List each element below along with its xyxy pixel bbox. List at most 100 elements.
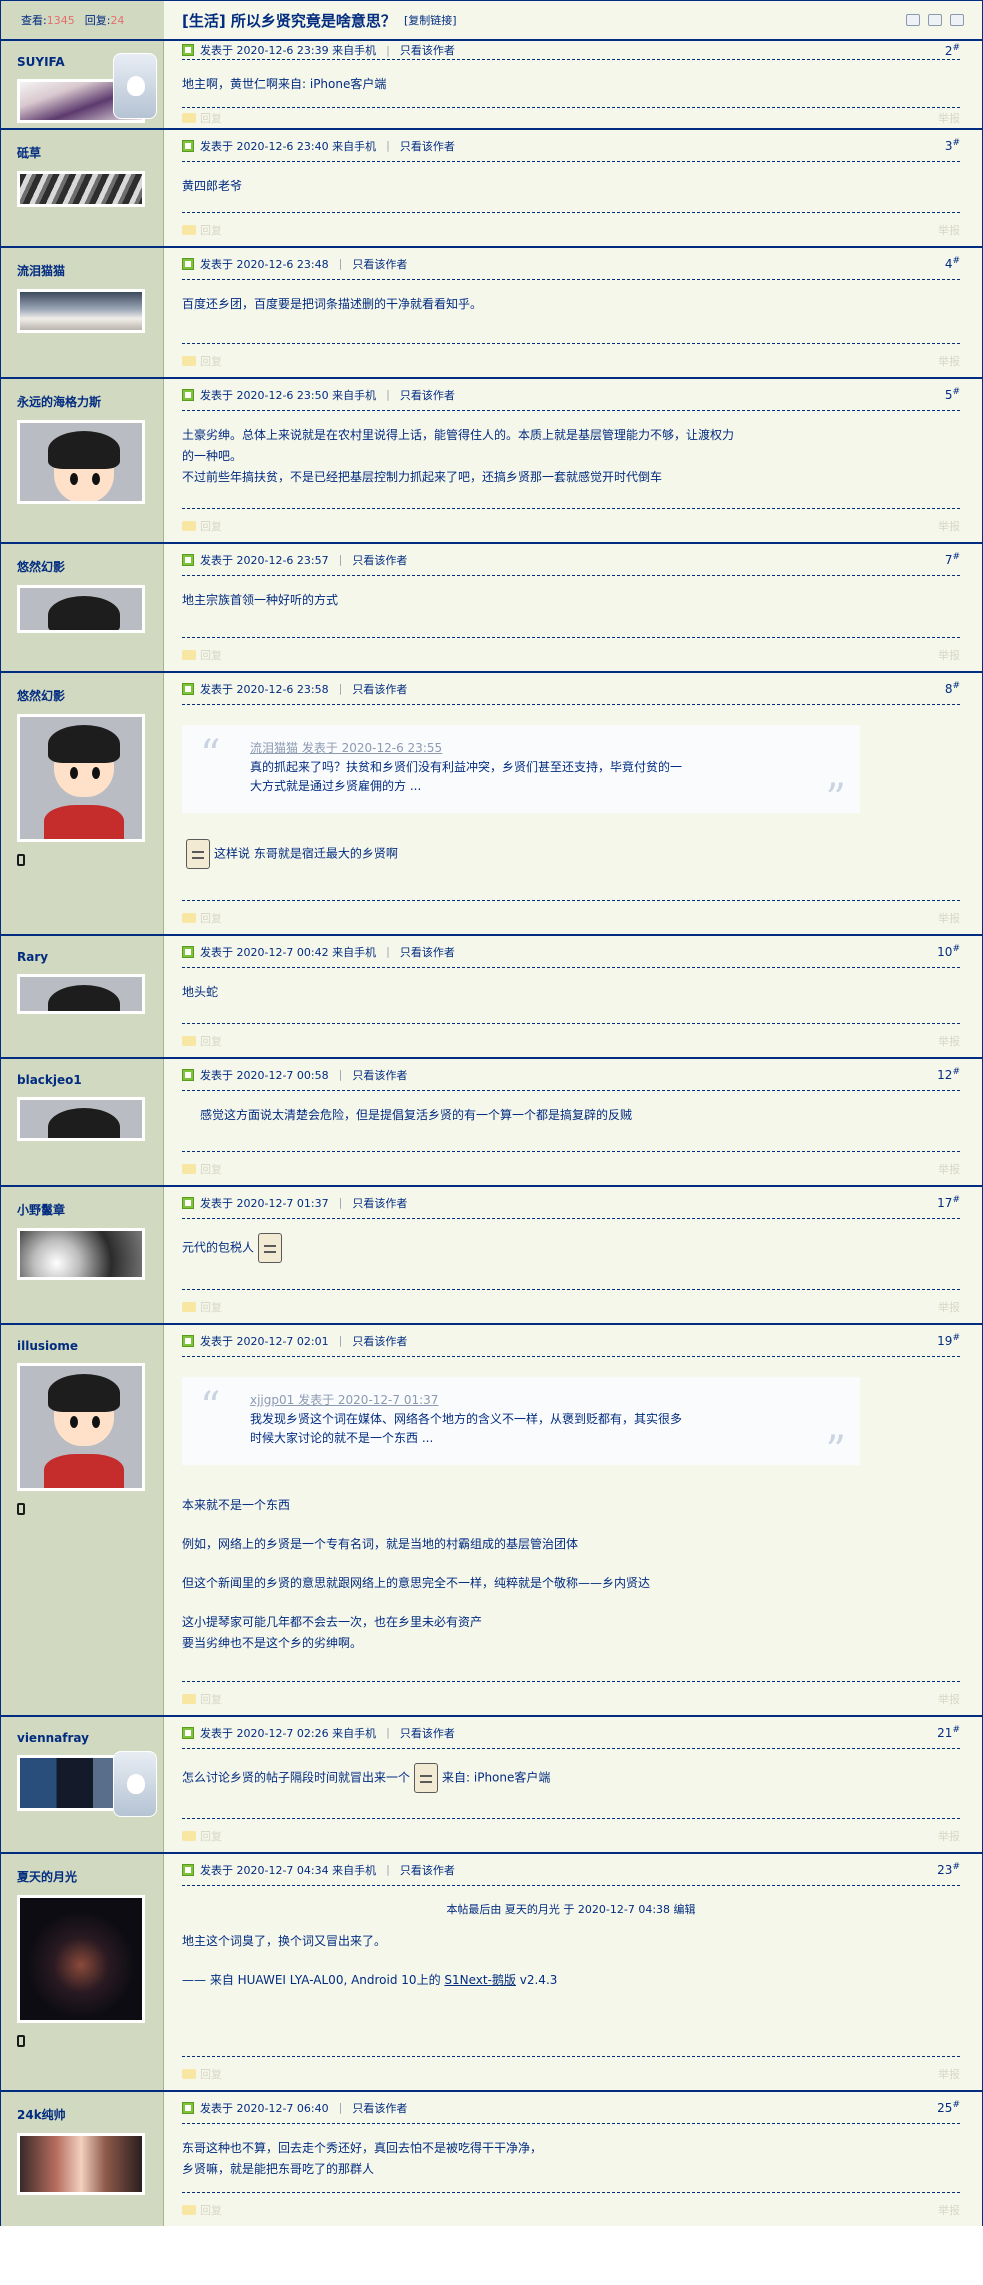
only-author-link[interactable]: 只看该作者 <box>352 256 407 272</box>
avatar[interactable] <box>17 2133 145 2195</box>
report-button[interactable]: 举报 <box>938 110 960 126</box>
post-meta: 发表于 2020-12-7 00:58 | 只看该作者 12# <box>182 1059 960 1091</box>
floor-number[interactable]: 4# <box>945 256 960 271</box>
thread-title[interactable]: [生活] 所以乡贤究竟是啥意思？ <box>182 10 396 31</box>
author-name[interactable]: 悠然幻影 <box>17 558 163 575</box>
floor-number[interactable]: 19# <box>937 1333 960 1348</box>
reply-button[interactable]: 回复 <box>182 2066 222 2082</box>
only-author-link[interactable]: 只看该作者 <box>400 944 455 960</box>
avatar[interactable] <box>17 585 145 633</box>
reply-button[interactable]: 回复 <box>182 110 222 126</box>
author-name[interactable]: 永远的海格力斯 <box>17 393 163 410</box>
only-author-link[interactable]: 只看该作者 <box>352 552 407 568</box>
reply-button[interactable]: 回复 <box>182 353 222 369</box>
floor-number[interactable]: 5# <box>945 387 960 402</box>
floor-number[interactable]: 8# <box>945 681 960 696</box>
author-name[interactable]: viennafray <box>17 1731 163 1745</box>
author-name[interactable]: 流泪猫猫 <box>17 262 163 279</box>
author-name[interactable]: illusiome <box>17 1339 163 1353</box>
post-text: 例如，网络上的乡贤是一个专有名词，就是当地的村霸组成的基层管治团体 <box>182 1536 579 1551</box>
reply-button[interactable]: 回复 <box>182 1033 222 1049</box>
post-content: 本帖最后由 夏天的月光 于 2020-12-7 04:38 编辑 地主这个词臭了… <box>182 1886 960 2056</box>
reply-button[interactable]: 回复 <box>182 1828 222 1844</box>
report-button[interactable]: 举报 <box>938 222 960 238</box>
floor-number[interactable]: 12# <box>937 1067 960 1082</box>
post: 悠然幻影 发表于 2020-12-6 23:58 | 只看该作者 8# “ 流泪… <box>1 673 982 936</box>
online-status-icon <box>182 388 194 401</box>
report-button[interactable]: 举报 <box>938 910 960 926</box>
next-thread-icon[interactable] <box>950 14 964 26</box>
report-button[interactable]: 举报 <box>938 1828 960 1844</box>
quote-source[interactable]: 流泪猫猫 发表于 2020-12-6 23:55 <box>250 739 800 758</box>
reply-button[interactable]: 回复 <box>182 2202 222 2218</box>
reply-button[interactable]: 回复 <box>182 1161 222 1177</box>
post-text: 东哥这种也不算，回去走个秀还好，真回去怕不是被吃得干干净净， 乡贤嘛，就是能把东… <box>182 2141 543 2176</box>
reply-button[interactable]: 回复 <box>182 910 222 926</box>
reply-button[interactable]: 回复 <box>182 1299 222 1315</box>
post-footer: 回复 举报 <box>182 900 960 934</box>
report-button[interactable]: 举报 <box>938 1299 960 1315</box>
only-author-link[interactable]: 只看该作者 <box>400 42 455 58</box>
floor-number[interactable]: 10# <box>937 944 960 959</box>
avatar[interactable] <box>17 420 145 504</box>
floor-number[interactable]: 17# <box>937 1195 960 1210</box>
report-button[interactable]: 举报 <box>938 518 960 534</box>
only-author-link[interactable]: 只看该作者 <box>400 138 455 154</box>
post-content: “ 流泪猫猫 发表于 2020-12-6 23:55 真的抓起来了吗？扶贫和乡贤… <box>182 705 960 900</box>
report-button[interactable]: 举报 <box>938 1033 960 1049</box>
author-name[interactable]: blackjeo1 <box>17 1073 163 1087</box>
floor-number[interactable]: 23# <box>937 1862 960 1877</box>
only-author-link[interactable]: 只看该作者 <box>352 1067 407 1083</box>
quote-source[interactable]: xjjgp01 发表于 2020-12-7 01:37 <box>250 1391 800 1410</box>
avatar[interactable] <box>17 171 145 207</box>
report-button[interactable]: 举报 <box>938 1161 960 1177</box>
copy-link-button[interactable]: [复制链接] <box>404 12 457 28</box>
only-author-link[interactable]: 只看该作者 <box>352 1195 407 1211</box>
floor-number[interactable]: 25# <box>937 2100 960 2115</box>
author-name[interactable]: Rary <box>17 950 163 964</box>
online-status-icon <box>182 2101 194 2114</box>
floor-number[interactable]: 7# <box>945 552 960 567</box>
mobile-device-icon <box>17 2035 25 2047</box>
reply-button[interactable]: 回复 <box>182 222 222 238</box>
avatar[interactable] <box>17 714 145 842</box>
report-button[interactable]: 举报 <box>938 1691 960 1707</box>
client-link[interactable]: S1Next-鹅版 <box>444 1973 516 1987</box>
print-icon[interactable] <box>906 14 920 26</box>
only-author-link[interactable]: 只看该作者 <box>400 1725 455 1741</box>
author-name[interactable]: 悠然幻影 <box>17 687 163 704</box>
only-author-link[interactable]: 只看该作者 <box>352 2100 407 2116</box>
post-meta: 发表于 2020-12-6 23:40 来自手机 | 只看该作者 3# <box>182 130 960 162</box>
reply-button[interactable]: 回复 <box>182 518 222 534</box>
report-button[interactable]: 举报 <box>938 2066 960 2082</box>
post-footer: 回复 举报 <box>182 2056 960 2090</box>
post-time: 发表于 2020-12-7 06:40 <box>200 2101 329 2115</box>
reply-label: 回复 <box>200 1162 222 1176</box>
only-author-link[interactable]: 只看该作者 <box>352 681 407 697</box>
author-name[interactable]: 夏天的月光 <box>17 1868 163 1885</box>
avatar[interactable] <box>17 1895 145 2023</box>
edit-note: 本帖最后由 夏天的月光 于 2020-12-7 04:38 编辑 <box>446 1903 696 1916</box>
reply-button[interactable]: 回复 <box>182 1691 222 1707</box>
author-name[interactable]: 小野鬣章 <box>17 1201 163 1218</box>
report-button[interactable]: 举报 <box>938 2202 960 2218</box>
author-name[interactable]: 砥草 <box>17 144 163 161</box>
floor-number[interactable]: 21# <box>937 1725 960 1740</box>
only-author-link[interactable]: 只看该作者 <box>400 387 455 403</box>
post: viennafray 发表于 2020-12-7 02:26 来自手机 | 只看… <box>1 1717 982 1854</box>
avatar[interactable] <box>17 1097 145 1141</box>
reply-button[interactable]: 回复 <box>182 647 222 663</box>
prev-thread-icon[interactable] <box>928 14 942 26</box>
avatar[interactable] <box>17 1228 145 1280</box>
avatar[interactable] <box>17 1363 145 1491</box>
report-button[interactable]: 举报 <box>938 647 960 663</box>
only-author-link[interactable]: 只看该作者 <box>400 1862 455 1878</box>
report-button[interactable]: 举报 <box>938 353 960 369</box>
avatar[interactable] <box>17 289 145 333</box>
floor-number[interactable]: 3# <box>945 138 960 153</box>
floor-number[interactable]: 2# <box>945 43 960 58</box>
avatar[interactable] <box>17 974 145 1014</box>
author-name[interactable]: 24k纯帅 <box>17 2106 163 2123</box>
only-author-link[interactable]: 只看该作者 <box>352 1333 407 1349</box>
post-text: 本来就不是一个东西 <box>182 1497 291 1512</box>
